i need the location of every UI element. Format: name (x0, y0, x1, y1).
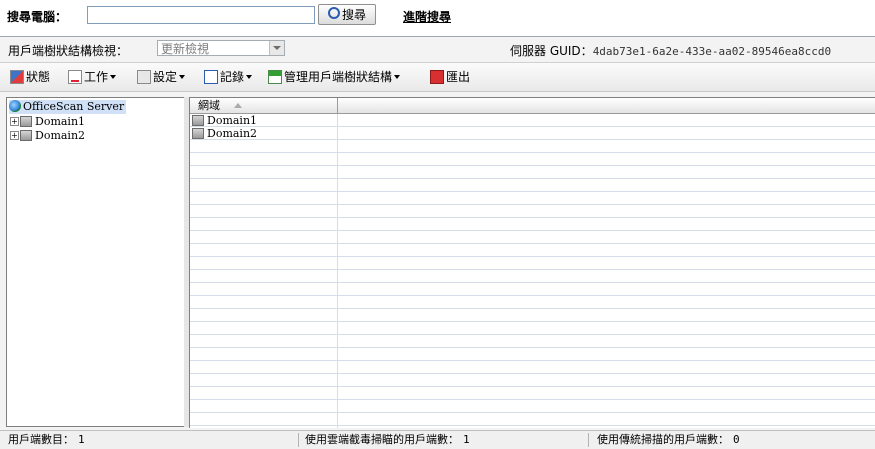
expand-icon[interactable]: + (10, 117, 19, 126)
expand-icon[interactable]: + (10, 131, 19, 140)
advanced-search-link[interactable]: 進階搜尋 (403, 8, 451, 25)
table-row[interactable]: Domain1 (190, 114, 340, 127)
domain-icon (20, 116, 32, 127)
chevron-down-icon[interactable] (269, 41, 284, 55)
column-header-domain[interactable]: 網域 (190, 98, 338, 113)
client-tree: OfficeScan Server + Domain1 + Domain2 (6, 97, 186, 427)
manage-client-tree-menu[interactable]: 管理用戶端樹狀結構 (268, 68, 401, 86)
status-value: 1 (463, 433, 470, 446)
search-label: 搜尋電腦： (7, 10, 68, 24)
column-header-empty (338, 98, 875, 113)
tree-view-select[interactable]: 更新檢視 (157, 40, 285, 56)
tree-manage-icon (268, 70, 282, 84)
tree-item-domain1[interactable]: + Domain1 (10, 115, 85, 129)
table-cell-domain: Domain2 (207, 127, 258, 140)
table-row[interactable]: Domain2 (190, 127, 340, 140)
view-row: 用戶端樹狀結構檢視： 更新檢視 伺服器 GUID：4dab73e1-6a2e-4… (0, 37, 875, 61)
toolbar: 狀態 工作 設定 記錄 管理用戶端樹狀結構 匯出 (0, 62, 875, 92)
tasks-label: 工作 (84, 70, 109, 84)
status-cloud-scan-count: 使用雲端截毒掃瞄的用戶端數： 1 (305, 431, 470, 449)
caret-down-icon (246, 75, 253, 79)
tree-view-select-value: 更新檢視 (161, 42, 210, 56)
status-divider (298, 433, 299, 447)
search-bar: 搜尋電腦： 搜尋 進階搜尋 (0, 0, 875, 30)
status-label: 使用傳統掃描的用戶端數： (597, 433, 729, 446)
search-button-label: 搜尋 (341, 8, 366, 22)
status-value: 0 (733, 433, 740, 446)
logs-label: 記錄 (220, 70, 245, 84)
domain-icon (192, 128, 204, 139)
logs-menu[interactable]: 記錄 (204, 68, 253, 86)
status-client-count: 用戶端數目： 1 (8, 431, 85, 449)
client-tree-frame: 用戶端樹狀結構檢視： 更新檢視 伺服器 GUID：4dab73e1-6a2e-4… (0, 36, 875, 449)
tasks-icon (68, 70, 82, 84)
tree-view-label: 用戶端樹狀結構檢視： (8, 44, 129, 58)
manage-label: 管理用戶端樹狀結構 (284, 70, 393, 84)
status-label: 用戶端數目： (8, 433, 74, 446)
settings-menu[interactable]: 設定 (137, 68, 186, 86)
grid-body: Domain1 Domain2 (190, 114, 875, 428)
search-icon (327, 7, 340, 19)
search-button[interactable]: 搜尋 (318, 4, 376, 25)
status-label: 使用雲端截毒掃瞄的用戶端數： (305, 433, 459, 446)
export-label: 匯出 (446, 70, 471, 84)
export-button[interactable]: 匯出 (430, 68, 470, 86)
column-header-label: 網域 (198, 99, 220, 112)
guid-label: 伺服器 GUID： (510, 44, 593, 58)
column-divider (337, 114, 338, 428)
globe-icon (9, 100, 21, 112)
tree-root-label: OfficeScan Server (23, 100, 125, 113)
tree-item-label: Domain2 (35, 129, 86, 142)
tree-root-officescan-server[interactable]: OfficeScan Server (9, 100, 127, 114)
guid-value: 4dab73e1-6a2e-433e-aa02-89546ea8ccd0 (592, 45, 832, 58)
status-icon (10, 70, 24, 84)
caret-down-icon (394, 75, 401, 79)
search-input[interactable] (87, 6, 315, 24)
grid-header: 網域 (190, 98, 875, 114)
status-bar: 用戶端數目： 1 使用雲端截毒掃瞄的用戶端數： 1 使用傳統掃描的用戶端數： 0 (0, 430, 875, 449)
tree-item-label: Domain1 (35, 115, 86, 128)
tasks-menu[interactable]: 工作 (68, 68, 117, 86)
settings-label: 設定 (153, 70, 178, 84)
status-button[interactable]: 狀態 (10, 68, 50, 86)
domain-grid: 網域 Domain1 Domain2 (189, 97, 875, 428)
domain-icon (20, 130, 32, 141)
tree-item-domain2[interactable]: + Domain2 (10, 129, 85, 143)
server-guid: 伺服器 GUID：4dab73e1-6a2e-433e-aa02-89546ea… (510, 42, 831, 59)
settings-icon (137, 70, 151, 84)
caret-down-icon (179, 75, 186, 79)
status-divider (588, 433, 589, 447)
export-icon (430, 70, 444, 84)
status-traditional-scan-count: 使用傳統掃描的用戶端數： 0 (597, 431, 740, 449)
status-value: 1 (78, 433, 85, 446)
status-label: 狀態 (26, 70, 51, 84)
logs-icon (204, 70, 218, 84)
table-cell-domain: Domain1 (207, 114, 258, 127)
caret-down-icon (110, 75, 117, 79)
sort-ascending-icon (234, 103, 242, 108)
domain-icon (192, 115, 204, 126)
